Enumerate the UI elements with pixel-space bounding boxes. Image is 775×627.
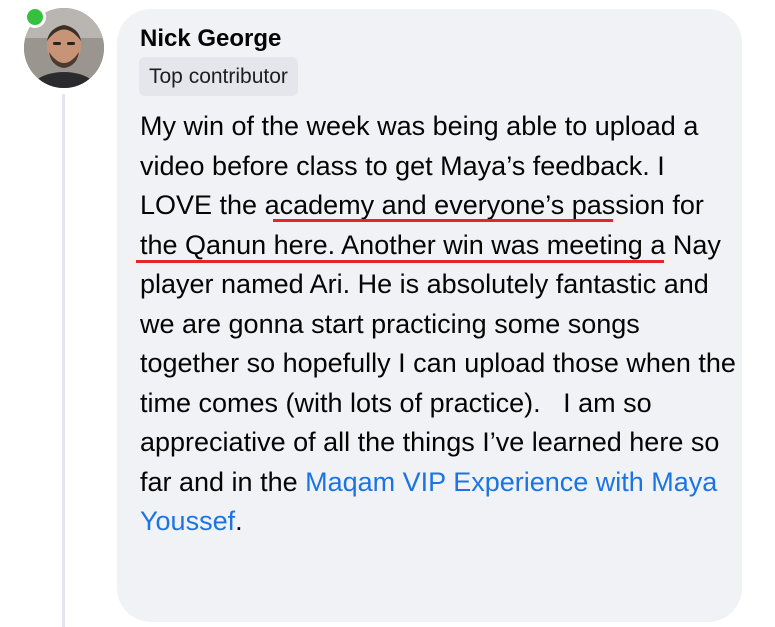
comment-text-part2: . Another win was meeting a Nay player n…	[140, 229, 744, 497]
author-name[interactable]: Nick George	[140, 25, 281, 53]
comment-text-part1: My win of the week was being able to upl…	[140, 111, 706, 181]
top-contributor-badge: Top contributor	[139, 57, 298, 96]
comment-body: My win of the week was being able to upl…	[140, 107, 736, 542]
thread-connector-line	[62, 94, 65, 627]
highlight-underline-line1	[273, 219, 613, 222]
highlight-underline-line2	[136, 260, 664, 263]
online-status-icon	[24, 6, 46, 28]
comment-text-end: .	[235, 506, 243, 536]
comment-bubble: Nick George Top contributor My win of th…	[117, 9, 742, 622]
